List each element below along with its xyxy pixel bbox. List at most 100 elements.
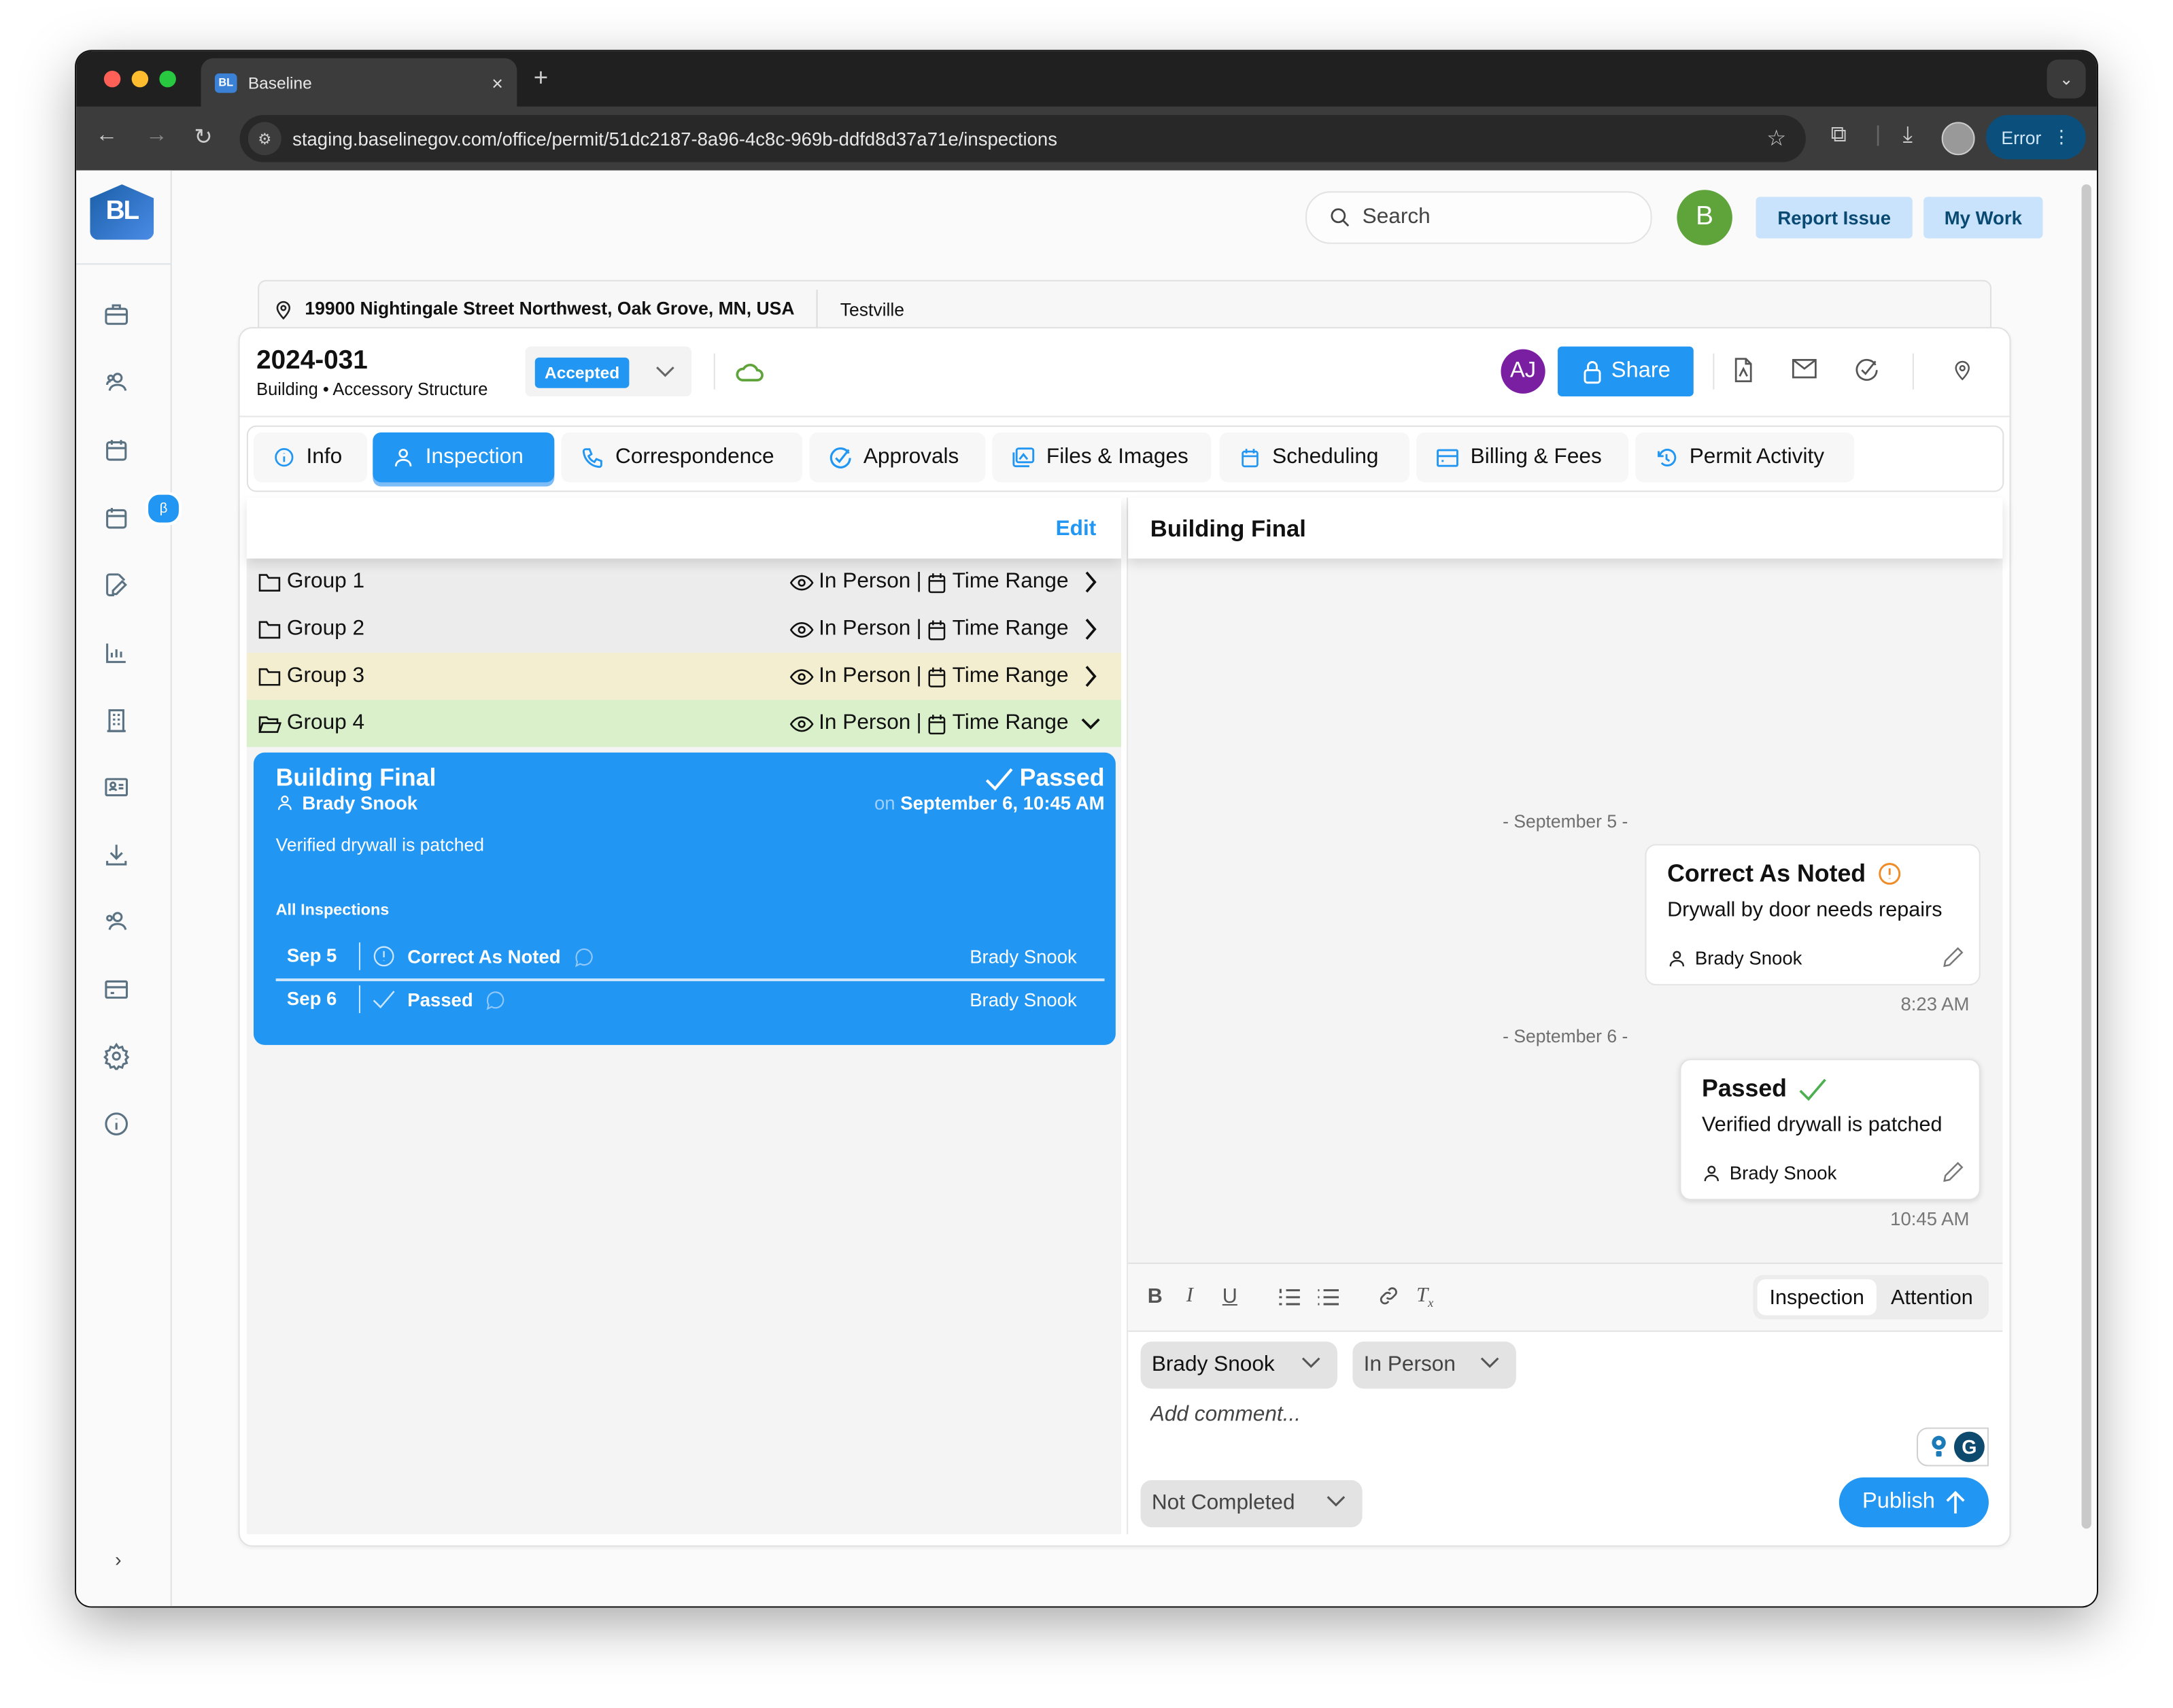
profile-avatar[interactable] [1941,122,1975,156]
chart-icon[interactable] [101,638,132,668]
selected-inspection-card[interactable]: Building Final Brady Snook Passed on Sep… [254,752,1116,1045]
result-select[interactable]: Not Completed [1140,1480,1363,1528]
lightbulb-icon [1932,1435,1946,1457]
tab-files-images[interactable]: Files & Images [992,432,1212,483]
tab-permit-activity[interactable]: Permit Activity [1635,432,1855,483]
profile-error-button[interactable]: Error ⋮ [1985,115,2086,160]
gear-icon[interactable] [101,1041,132,1072]
chevron-right-icon[interactable] [1084,665,1097,687]
comment-icon[interactable] [484,987,508,1011]
inspection-groups-pane: Edit Group 1 In Person | Time Range Group 2I… [246,497,1121,1535]
ordered-list-icon[interactable] [1278,1288,1300,1308]
cloud-sync-icon[interactable] [734,359,765,384]
location-pin-icon [276,300,291,320]
permit-address[interactable]: 19900 Nightingale Street Northwest, Oak … [305,290,819,329]
calendar-icon[interactable] [101,435,132,466]
chevron-down-icon [1301,1357,1320,1368]
tab-info[interactable]: Info [254,432,368,483]
folder-open-icon [258,715,281,732]
close-window-button[interactable] [103,70,121,88]
inspection-group-row[interactable]: Group 1 In Person | Time Range [246,558,1121,606]
search-input[interactable]: Search [1305,191,1652,244]
page-scrollbar[interactable] [2081,184,2091,1529]
report-issue-button[interactable]: Report Issue [1756,197,1913,239]
groups-header: Edit [246,497,1121,559]
grammarly-widget[interactable]: G [1916,1427,1989,1467]
inspection-group-row[interactable]: Group 3 In Person | Time Range [246,653,1121,700]
group-separator: | [916,617,922,640]
downloads-icon[interactable]: ⤓ [1903,123,1913,148]
expand-sidebar-icon[interactable]: › [115,1548,122,1571]
tab-billing-fees[interactable]: Billing & Fees [1416,432,1629,483]
sidebar: BL β › [76,170,182,1607]
history-row[interactable]: Sep 6 Passed Brady Snook [276,978,1105,1020]
address-bar[interactable]: ⚙ staging.baselinegov.com/office/permit/… [239,115,1806,163]
share-button[interactable]: Share [1558,346,1694,396]
chevron-right-icon[interactable] [1084,618,1097,640]
reload-icon[interactable]: ↻ [194,123,212,151]
maximize-window-button[interactable] [159,70,176,88]
inspection-group-row[interactable]: Group 4 In Person | Time Range [246,700,1121,747]
map-pin-icon[interactable] [1951,358,1974,383]
inspection-type-select[interactable]: In Person [1352,1342,1516,1389]
permit-tabs: Info Inspection Correspondence Approvals… [246,425,2004,492]
users-icon[interactable] [101,367,132,398]
tab-scheduling[interactable]: Scheduling [1219,432,1409,483]
new-tab-button[interactable]: + [534,64,548,93]
site-settings-icon[interactable]: ⚙ [247,122,281,156]
id-card-icon[interactable] [101,772,132,802]
status-dropdown[interactable]: Accepted [525,346,692,396]
bullet-list-icon[interactable] [1316,1288,1339,1308]
building-icon[interactable] [101,705,132,736]
credit-card-icon[interactable] [101,974,132,1005]
tab-correspondence[interactable]: Correspondence [561,432,803,483]
email-icon[interactable] [1792,358,1817,380]
mode-attention[interactable]: Attention [1879,1279,1985,1315]
chevron-right-icon[interactable] [1084,571,1097,594]
calendar-beta-icon[interactable]: β [101,492,182,534]
screenshot-stage: BL Baseline × + ⌄ ← → ↻ ⚙ staging.baseli… [0,0,2173,1708]
inspection-group-row[interactable]: Group 2 In Person | Time Range [246,605,1121,653]
tab-approvals[interactable]: Approvals [809,432,986,483]
check-circle-icon[interactable] [1854,358,1879,383]
pencil-edit-icon[interactable] [1940,1160,1966,1185]
underline-icon[interactable]: U [1222,1285,1237,1309]
italic-icon[interactable]: I [1186,1285,1193,1309]
chevron-down-icon[interactable] [1081,715,1101,732]
link-icon[interactable] [1378,1285,1400,1308]
tab-search-chevron-icon[interactable]: ⌄ [2047,59,2086,99]
browser-tab-active[interactable]: BL Baseline × [201,58,517,107]
pencil-edit-icon[interactable] [1940,945,1966,970]
my-work-button[interactable]: My Work [1923,197,2043,239]
user-avatar[interactable]: B [1677,190,1732,245]
minimize-window-button[interactable] [131,70,149,88]
pdf-file-icon[interactable] [1732,358,1755,383]
publish-button[interactable]: Publish [1838,1477,1989,1528]
comment-icon[interactable] [572,944,596,968]
document-edit-icon[interactable] [101,570,132,600]
extensions-icon[interactable]: ⧉ [1831,123,1847,148]
history-row[interactable]: Sep 5 Correct As Noted Brady Snook [276,936,1105,977]
assignee-avatar[interactable]: AJ [1501,349,1545,394]
briefcase-icon[interactable] [101,299,132,330]
info-icon[interactable] [101,1109,132,1140]
close-tab-icon[interactable]: × [492,71,503,94]
day-separator: - September 6 - [1503,1025,1628,1046]
message-status: Correct As Noted [1667,859,1903,889]
back-icon[interactable]: ← [96,123,118,148]
comment-input[interactable] [1147,1397,1902,1433]
download-icon[interactable] [101,840,132,870]
edit-groups-link[interactable]: Edit [1056,517,1097,542]
type-select-value: In Person [1363,1352,1456,1377]
inspector-select[interactable]: Brady Snook [1140,1342,1337,1389]
forward-icon[interactable]: → [146,123,168,148]
mode-inspection[interactable]: Inspection [1757,1279,1877,1316]
window-controls [103,70,176,88]
tab-inspection[interactable]: Inspection [373,432,555,483]
clear-format-icon[interactable]: Tx [1416,1285,1433,1310]
baseline-logo[interactable]: BL [90,184,154,240]
team-icon[interactable] [101,906,132,937]
bookmark-star-icon[interactable]: ☆ [1766,124,1786,152]
bold-icon[interactable]: B [1148,1285,1163,1309]
billing-icon [1437,448,1458,466]
